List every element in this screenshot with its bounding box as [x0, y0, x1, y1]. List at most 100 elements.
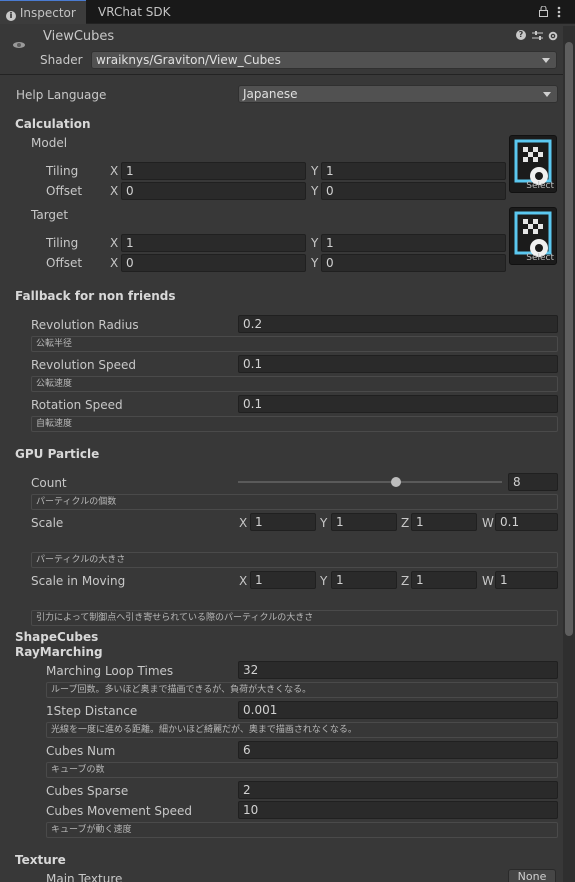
presets-icon[interactable] [532, 30, 543, 40]
cubes-movement-field[interactable]: 10 [238, 801, 558, 819]
y-label: Y [311, 184, 319, 198]
cubes-num-field[interactable]: 6 [238, 741, 558, 759]
section-shape-cubes: ShapeCubes [15, 630, 99, 644]
model-tiling-x-field[interactable]: 1 [121, 162, 306, 180]
scale-z-field[interactable]: 1 [411, 513, 477, 531]
marching-loop-field[interactable]: 32 [238, 661, 558, 679]
target-texture-slot[interactable]: Select [509, 207, 557, 265]
help-icon[interactable]: ? [516, 30, 526, 40]
revolution-radius-field[interactable]: 0.2 [238, 315, 558, 333]
tab-vrchat-sdk[interactable]: VRChat SDK [98, 0, 171, 24]
section-calculation: Calculation [15, 117, 91, 131]
x-label: X [239, 574, 248, 588]
moving-z-field[interactable]: 1 [411, 571, 477, 589]
tab-inspector-label: Inspector [19, 6, 76, 20]
count-label: Count [31, 476, 67, 490]
x-label: X [110, 256, 119, 270]
target-tiling-x-field[interactable]: 1 [121, 234, 306, 252]
info-icon: i [6, 11, 16, 21]
texture-select-label: Select [526, 181, 554, 191]
y-label: Y [311, 236, 319, 250]
model-offset-x-field[interactable]: 0 [121, 182, 306, 200]
main-texture-slot[interactable]: None [508, 869, 556, 882]
z-label: Z [401, 574, 410, 588]
section-ray-marching: RayMarching [15, 645, 103, 659]
cubes-movement-label: Cubes Movement Speed [46, 804, 193, 818]
w-label: W [482, 574, 494, 588]
help-language-dropdown[interactable]: Japanese [238, 85, 558, 103]
model-label: Model [31, 136, 68, 150]
scale-w-field[interactable]: 0.1 [495, 513, 558, 531]
target-offset-label: Offset [46, 256, 83, 270]
x-label: X [239, 516, 248, 530]
count-field[interactable]: 8 [508, 473, 558, 491]
revolution-radius-help: 公転半径 [31, 336, 558, 352]
texture-select-label: Select [526, 253, 554, 263]
cubes-num-help: キューブの数 [46, 762, 558, 778]
chevron-down-icon [542, 58, 550, 63]
target-offset-x-field[interactable]: 0 [121, 254, 306, 272]
count-slider-track[interactable] [238, 481, 502, 483]
moving-x-field[interactable]: 1 [250, 571, 316, 589]
material-title: ViewCubes [43, 29, 115, 44]
scale-x-field[interactable]: 1 [250, 513, 316, 531]
cubes-num-label: Cubes Num [46, 744, 116, 758]
count-slider-knob[interactable] [391, 477, 402, 487]
cubes-sparse-label: Cubes Sparse [46, 784, 129, 798]
help-language-value: Japanese [243, 87, 298, 101]
y-label: Y [320, 574, 328, 588]
target-tiling-y-field[interactable]: 1 [321, 234, 506, 252]
target-offset-y-field[interactable]: 0 [321, 254, 506, 272]
scale-help: パーティクルの大きさ [31, 552, 558, 568]
revolution-speed-field[interactable]: 0.1 [238, 355, 558, 373]
cubes-movement-help: キューブが動く速度 [46, 822, 558, 838]
rotation-speed-help: 自転速度 [31, 416, 558, 432]
material-icon [8, 34, 30, 56]
x-label: X [110, 184, 119, 198]
moving-y-field[interactable]: 1 [331, 571, 397, 589]
moving-help: 引力によって制御点へ引き寄せられている際のパーティクルの大きさ [31, 610, 558, 626]
chevron-down-icon [543, 92, 551, 97]
gear-icon[interactable] [548, 30, 558, 41]
y-label: Y [311, 256, 319, 270]
step-distance-field[interactable]: 0.001 [238, 701, 558, 719]
w-label: W [482, 516, 494, 530]
z-label: Z [401, 516, 410, 530]
marching-loop-label: Marching Loop Times [46, 664, 174, 678]
scale-y-field[interactable]: 1 [331, 513, 397, 531]
main-texture-label: Main Texture [46, 872, 123, 882]
marching-loop-help: ループ回数。多いほど奥まで描画できるが、負荷が大きくなる。 [46, 682, 558, 698]
scale-label: Scale [31, 516, 64, 530]
cubes-sparse-field[interactable]: 2 [238, 781, 558, 799]
header-divider [0, 74, 563, 75]
step-distance-help: 光線を一度に進める距離。細かいほど綺麗だが、奥まで描画されなくなる。 [46, 722, 558, 738]
moving-w-field[interactable]: 1 [495, 571, 558, 589]
x-label: X [110, 164, 119, 178]
model-offset-label: Offset [46, 184, 83, 198]
model-tiling-label: Tiling [46, 164, 79, 178]
rotation-speed-field[interactable]: 0.1 [238, 395, 558, 413]
model-offset-y-field[interactable]: 0 [321, 182, 506, 200]
shader-label: Shader [40, 53, 83, 67]
rotation-speed-label: Rotation Speed [31, 398, 123, 412]
more-menu-icon[interactable] [557, 6, 561, 18]
step-distance-label: 1Step Distance [46, 704, 138, 718]
scrollbar-thumb[interactable] [565, 42, 573, 636]
count-help: パーティクルの個数 [31, 494, 558, 510]
target-tiling-label: Tiling [46, 236, 79, 250]
tab-inspector[interactable]: i Inspector [0, 0, 86, 24]
section-texture: Texture [15, 853, 66, 867]
help-language-label: Help Language [16, 88, 107, 102]
y-label: Y [311, 164, 319, 178]
section-gpu-particle: GPU Particle [15, 447, 100, 461]
model-tiling-y-field[interactable]: 1 [321, 162, 506, 180]
x-label: X [110, 236, 119, 250]
revolution-speed-help: 公転速度 [31, 376, 558, 392]
shader-dropdown[interactable]: wraiknys/Graviton/View_Cubes [91, 51, 557, 69]
shader-value: wraiknys/Graviton/View_Cubes [96, 53, 281, 67]
lock-icon[interactable] [539, 5, 548, 17]
model-texture-slot[interactable]: Select [509, 135, 557, 193]
y-label: Y [320, 516, 328, 530]
target-label: Target [31, 208, 69, 222]
revolution-speed-label: Revolution Speed [31, 358, 136, 372]
